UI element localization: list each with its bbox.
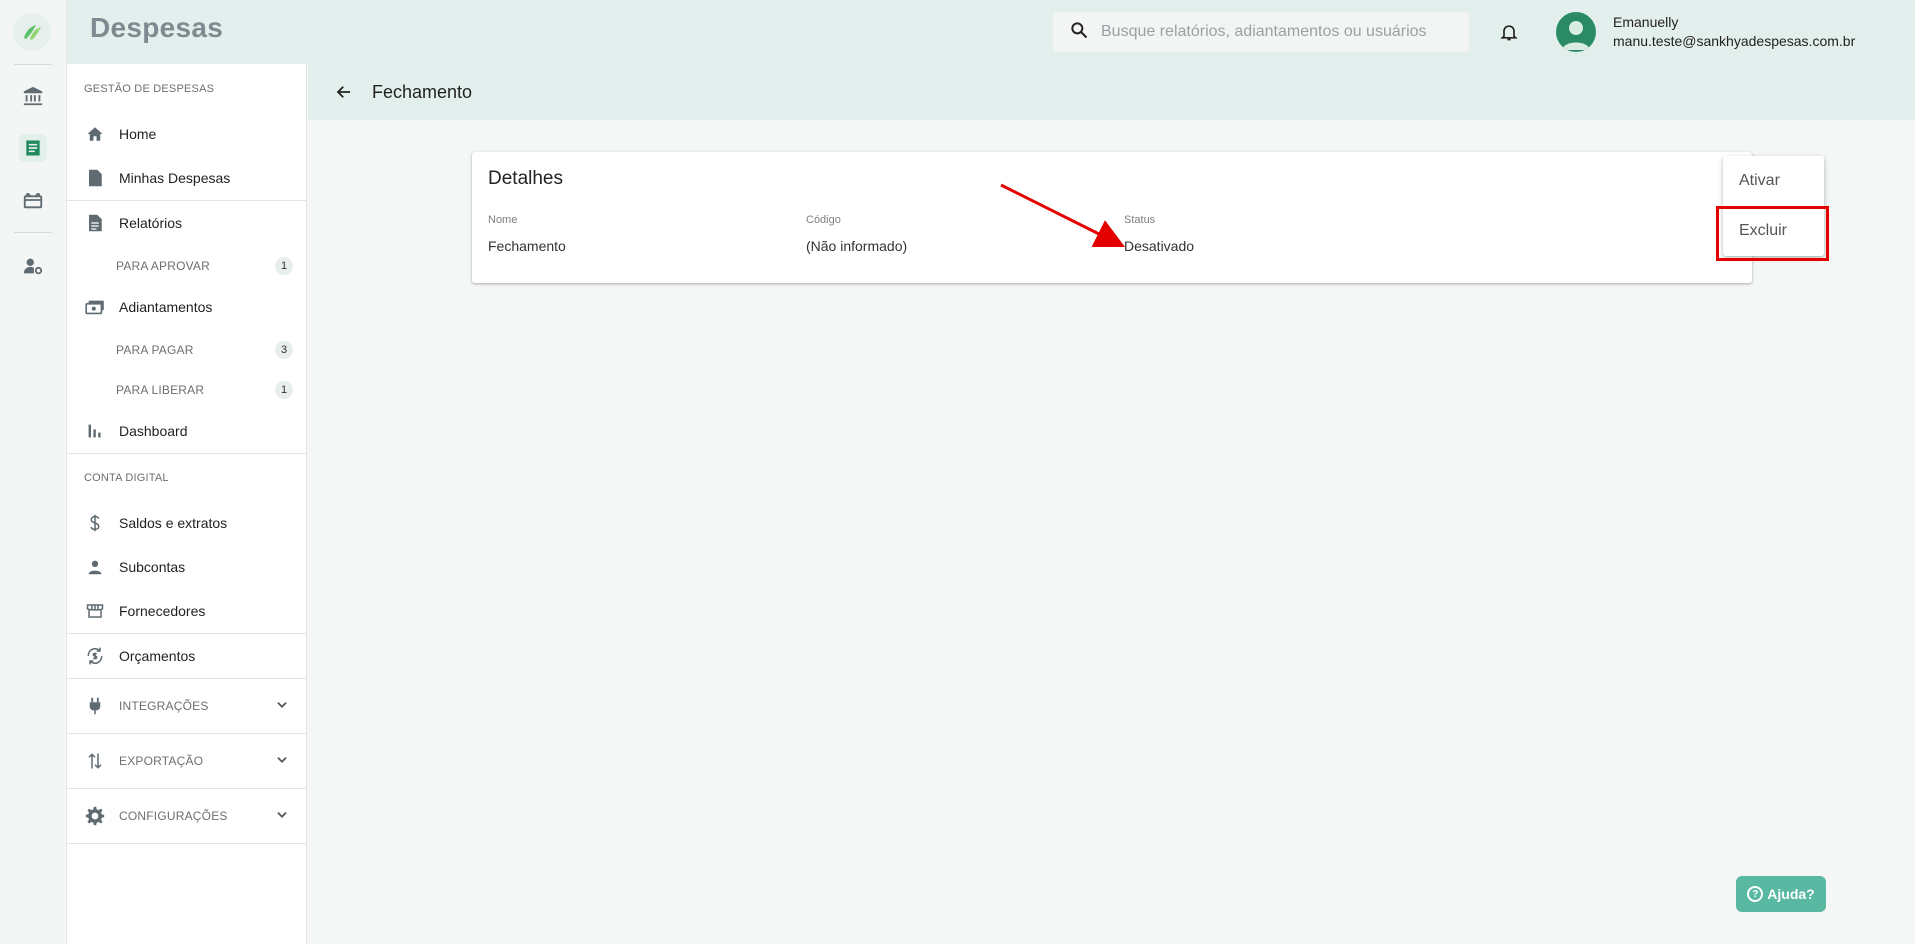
sidebar-item-dashboard[interactable]: Dashboard: [67, 411, 307, 451]
app-logo-icon[interactable]: [13, 13, 51, 51]
sidebar-item-subcontas[interactable]: Subcontas: [67, 547, 307, 587]
sidebar-item-label: Fornecedores: [119, 603, 206, 619]
back-arrow-icon[interactable]: [332, 80, 356, 104]
user-settings-icon[interactable]: [19, 252, 47, 280]
document-icon: [85, 168, 105, 188]
sidebar-item-label: Orçamentos: [119, 648, 196, 664]
divider: [67, 453, 307, 454]
sidebar-subitem-para-pagar[interactable]: PARA PAGAR 3: [67, 335, 307, 365]
sidebar-item-label: Minhas Despesas: [119, 170, 231, 186]
count-badge: 3: [275, 341, 293, 359]
person-icon: [85, 557, 105, 577]
sidebar-group-label: INTEGRAÇÕES: [119, 699, 209, 713]
sidebar-subitem-para-aprovar[interactable]: PARA APROVAR 1: [67, 251, 307, 281]
status-value: Desativado: [1124, 238, 1195, 254]
actions-menu: Ativar Excluir: [1723, 156, 1824, 256]
chevron-down-icon[interactable]: [275, 753, 289, 772]
sidebar-item-relatorios[interactable]: Relatórios: [67, 203, 307, 243]
left-rail: [0, 0, 67, 944]
chevron-down-icon[interactable]: [275, 698, 289, 717]
sidebar-group-configuracoes[interactable]: CONFIGURAÇÕES: [67, 789, 307, 843]
sidebar-item-fornecedores[interactable]: Fornecedores: [67, 591, 307, 631]
sidebar-item-orcamentos[interactable]: Orçamentos: [67, 636, 307, 676]
gift-card-icon[interactable]: [19, 186, 47, 214]
sidebar-subitem-label: PARA PAGAR: [116, 343, 194, 357]
codigo-value: (Não informado): [806, 238, 908, 254]
section-header-conta: CONTA DIGITAL: [84, 472, 169, 484]
sidebar-item-adiantamentos[interactable]: Adiantamentos: [67, 287, 307, 327]
sidebar-subitem-label: PARA APROVAR: [116, 259, 210, 273]
section-header-gestao: GESTÃO DE DESPESAS: [84, 83, 215, 95]
sidebar-item-label: Dashboard: [119, 423, 188, 439]
sidebar-item-label: Subcontas: [119, 559, 186, 575]
gear-icon: [85, 806, 105, 826]
home-icon: [85, 124, 105, 144]
rail-divider: [14, 232, 52, 233]
sidebar-group-exportacao[interactable]: EXPORTAÇÃO: [67, 734, 307, 788]
dollar-icon: [85, 513, 105, 533]
menu-item-excluir[interactable]: Excluir: [1723, 206, 1824, 256]
top-header: Despesas Emanuelly manu.teste@sankhyades…: [67, 0, 1915, 64]
sidebar: GESTÃO DE DESPESAS Home Minhas Despesas …: [67, 64, 307, 944]
budget-cycle-icon: [85, 646, 105, 666]
sidebar-group-label: EXPORTAÇÃO: [119, 754, 204, 768]
sidebar-item-saldos[interactable]: Saldos e extratos: [67, 503, 307, 543]
chevron-down-icon[interactable]: [275, 808, 289, 827]
divider: [67, 633, 307, 634]
help-button[interactable]: ? Ajuda?: [1736, 876, 1826, 912]
details-title: Detalhes: [488, 168, 563, 189]
money-icon: [85, 297, 105, 317]
sidebar-item-label: Home: [119, 126, 157, 142]
search-icon: [1069, 20, 1089, 45]
divider: [67, 200, 307, 201]
sidebar-item-minhas-despesas[interactable]: Minhas Despesas: [67, 158, 307, 198]
sidebar-subitem-label: PARA LIBERAR: [116, 383, 205, 397]
sidebar-item-label: Adiantamentos: [119, 299, 213, 315]
help-question-icon: ?: [1747, 886, 1764, 902]
store-icon: [85, 601, 105, 621]
details-card: Detalhes Nome Fechamento Código (Não inf…: [472, 152, 1752, 283]
page-title: Fechamento: [372, 82, 473, 102]
nome-value: Fechamento: [488, 238, 566, 254]
report-icon: [85, 213, 105, 233]
notifications-bell-icon[interactable]: [1495, 18, 1523, 46]
user-email: manu.teste@sankhyadespesas.com.br: [1613, 33, 1856, 49]
expenses-icon[interactable]: [19, 134, 47, 162]
sidebar-item-home[interactable]: Home: [67, 114, 307, 154]
nome-label: Nome: [488, 214, 518, 226]
count-badge: 1: [275, 381, 293, 399]
status-label: Status: [1124, 214, 1156, 226]
codigo-label: Código: [806, 214, 841, 226]
menu-item-ativar[interactable]: Ativar: [1723, 156, 1824, 206]
count-badge: 1: [275, 257, 293, 275]
import-export-icon: [85, 751, 105, 771]
app-title: Despesas: [90, 12, 224, 43]
rail-divider: [14, 64, 52, 65]
divider: [67, 843, 307, 844]
page-header: Fechamento: [308, 64, 1915, 120]
sidebar-group-integracoes[interactable]: INTEGRAÇÕES: [67, 679, 307, 733]
plug-icon: [85, 696, 105, 716]
sidebar-group-label: CONFIGURAÇÕES: [119, 809, 228, 823]
sidebar-item-label: Relatórios: [119, 215, 183, 231]
sidebar-subitem-para-liberar[interactable]: PARA LIBERAR 1: [67, 375, 307, 405]
user-name: Emanuelly: [1613, 14, 1679, 30]
global-search[interactable]: [1053, 12, 1469, 52]
help-label: Ajuda?: [1767, 886, 1815, 902]
bar-chart-icon: [85, 421, 105, 441]
bank-icon[interactable]: [19, 82, 47, 110]
user-avatar[interactable]: [1556, 12, 1596, 52]
search-input[interactable]: [1101, 23, 1461, 41]
sidebar-item-label: Saldos e extratos: [119, 515, 228, 531]
